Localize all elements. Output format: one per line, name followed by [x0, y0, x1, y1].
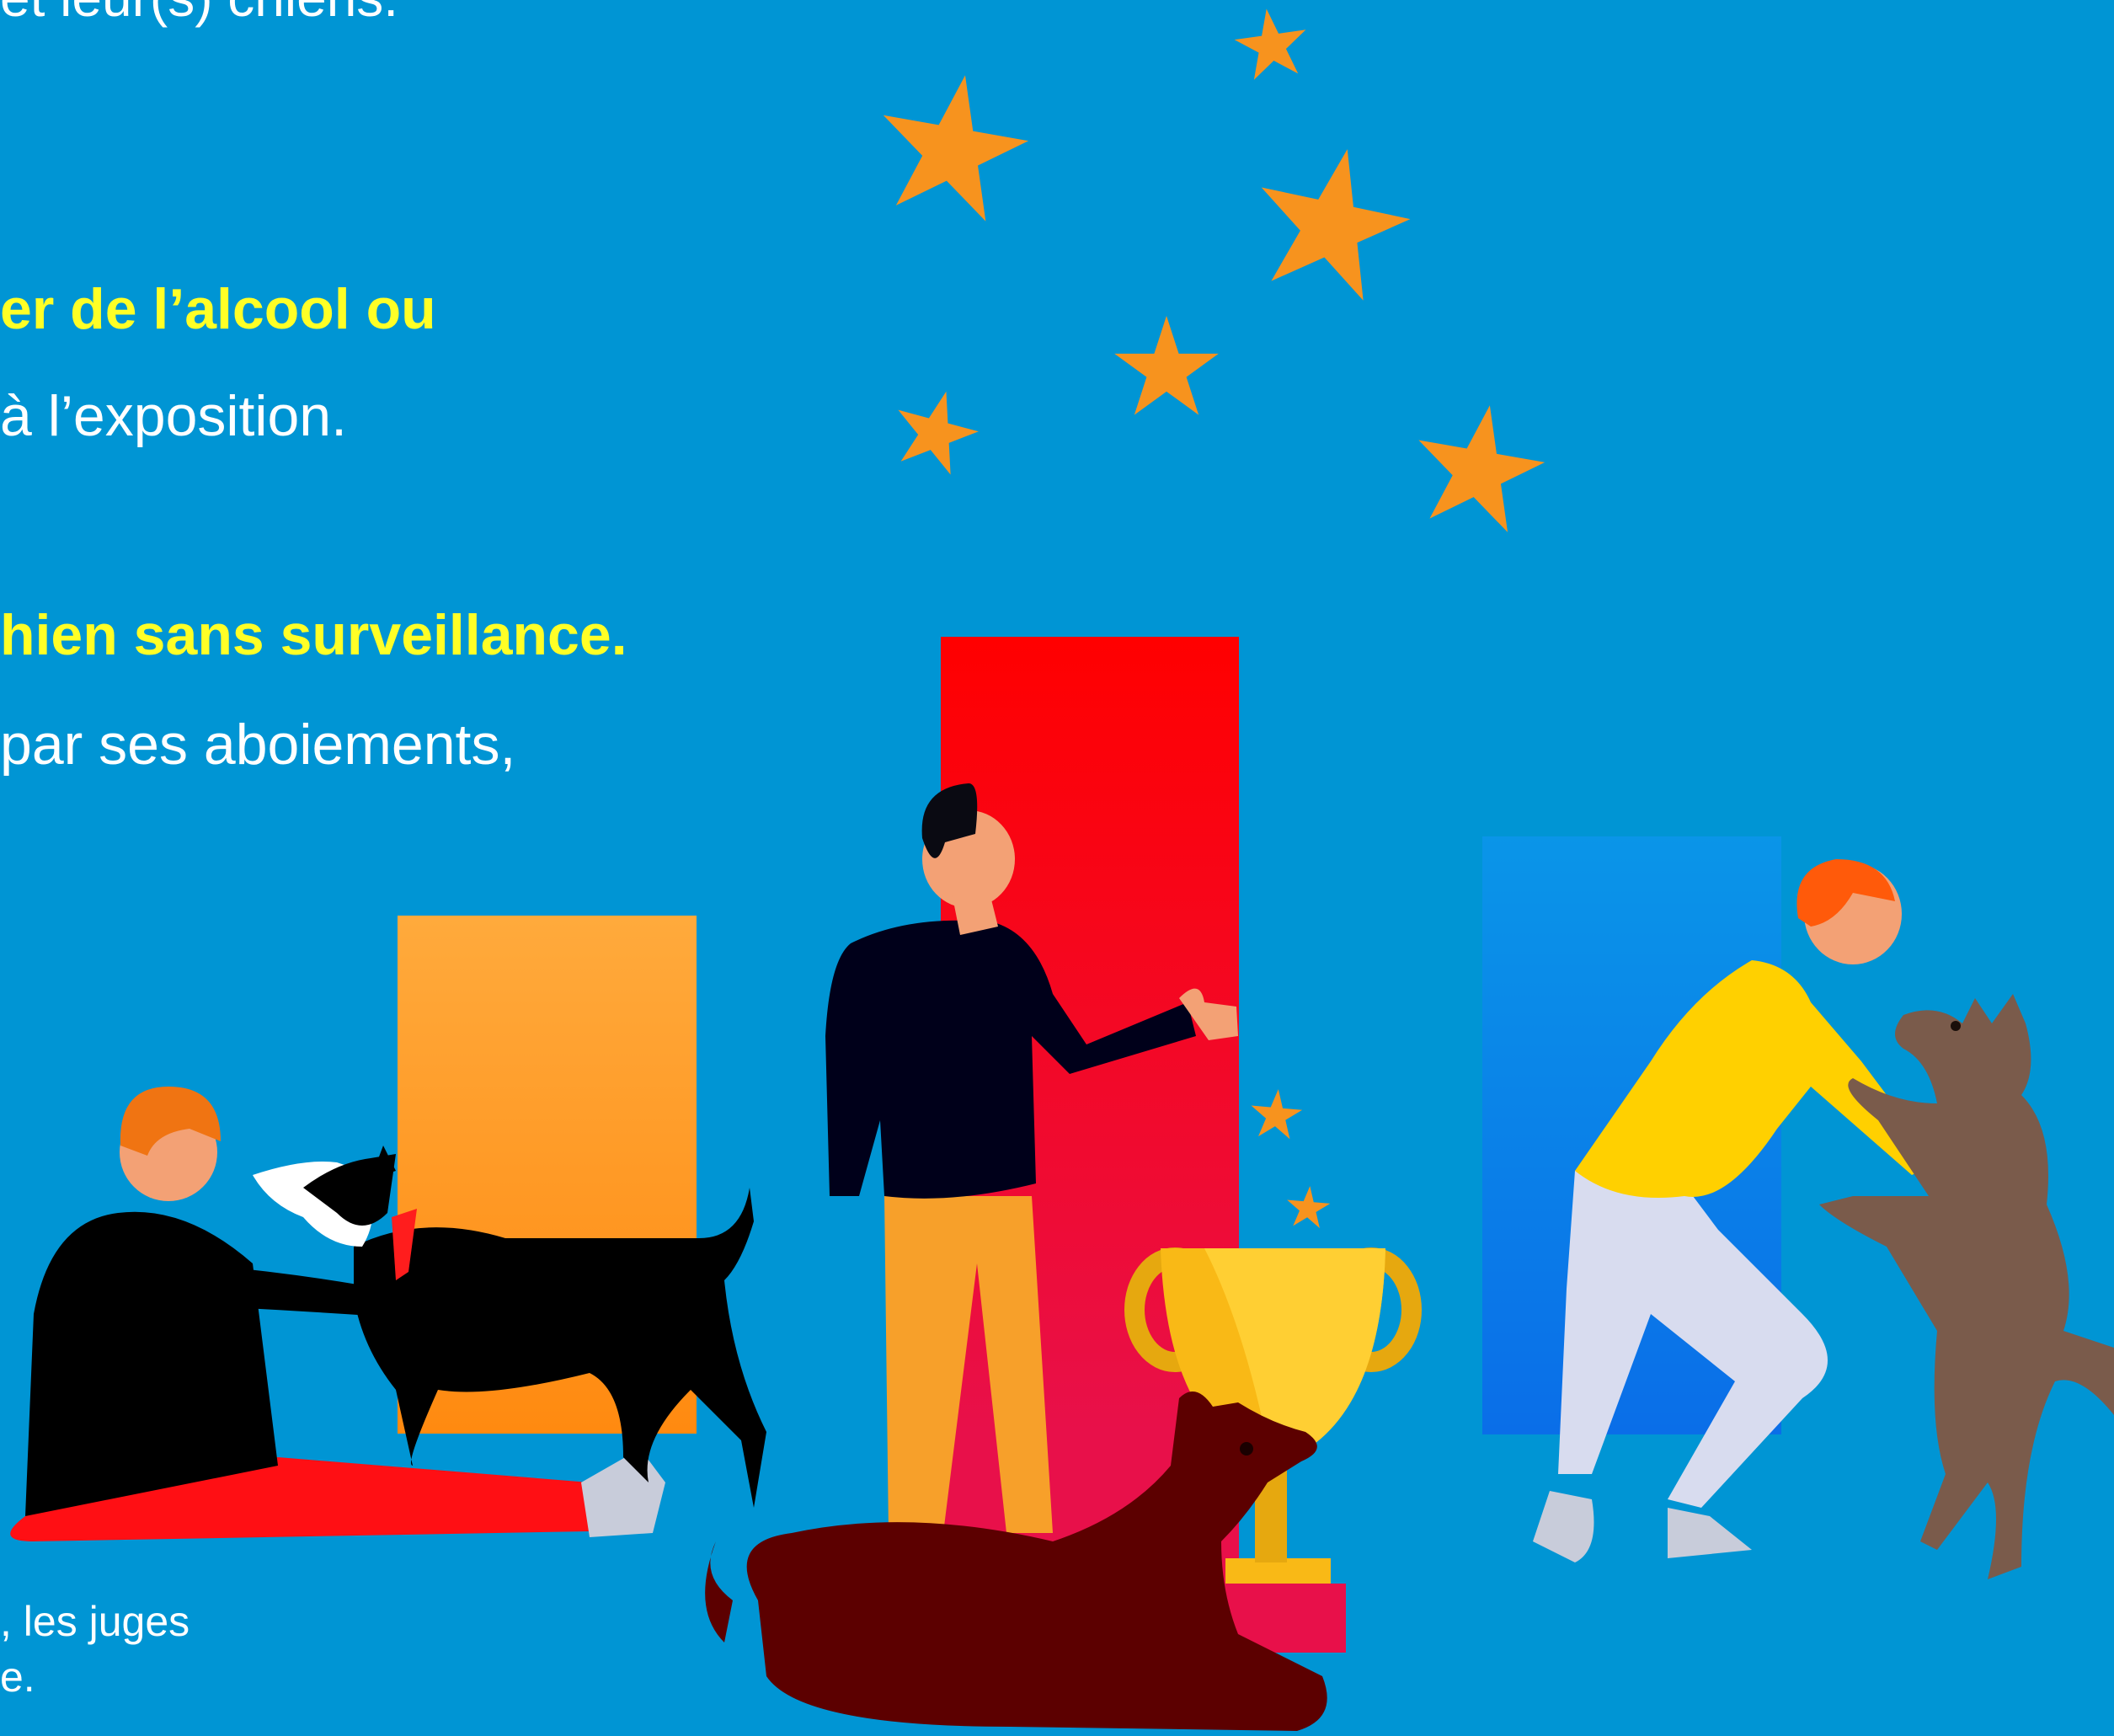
- star-icon: [1114, 316, 1219, 415]
- slide-canvas: et leur(s) chiens. er de l’alcool ou à l…: [0, 0, 2114, 1736]
- star-icon: [1405, 394, 1553, 537]
- star-icon: [1242, 133, 1423, 307]
- star-icon: [1248, 1087, 1305, 1140]
- star-icon: [867, 62, 1038, 227]
- star-icon: [885, 380, 987, 479]
- star-icon: [1230, 3, 1312, 83]
- dog-show-illustration: [10, 3, 2114, 1731]
- star-icon: [1284, 1183, 1332, 1229]
